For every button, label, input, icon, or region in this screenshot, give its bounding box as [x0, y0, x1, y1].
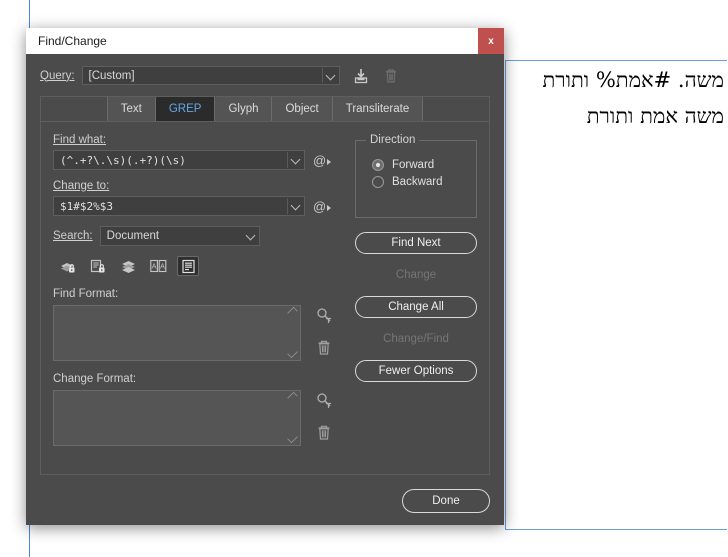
at-symbol-icon[interactable]: @: [313, 199, 332, 214]
radio-forward-label: Forward: [392, 159, 435, 171]
direction-legend: Direction: [370, 134, 416, 146]
query-select[interactable]: [Custom]: [81, 66, 340, 85]
tab-grep[interactable]: GREP: [155, 97, 216, 121]
clear-attributes-icon[interactable]: [316, 339, 332, 359]
find-format-box[interactable]: [53, 305, 302, 361]
hebrew-text-frame[interactable]: משה. #אמת% ותורת משה אמת ותורת: [505, 60, 727, 530]
radio-backward-indicator[interactable]: [372, 176, 384, 188]
tab-transliterate[interactable]: Transliterate: [332, 97, 424, 121]
change-format-actions: [307, 390, 341, 446]
search-scope-select[interactable]: Document: [99, 226, 260, 246]
find-next-button[interactable]: Find Next: [355, 232, 477, 254]
scroll-down-icon[interactable]: [287, 432, 299, 444]
find-format-label: Find Format:: [53, 288, 119, 300]
find-what-value: (^.+?\.\s)(.+?)(\s): [60, 153, 186, 167]
change-all-button[interactable]: Change All: [355, 296, 477, 318]
specify-attributes-icon[interactable]: [316, 307, 333, 327]
change-format-label: Change Format:: [53, 373, 137, 385]
include-locked-layers-icon[interactable]: [57, 256, 79, 276]
search-row: Search: Document: [53, 226, 341, 246]
specify-attributes-icon[interactable]: [316, 392, 333, 412]
fewer-options-button[interactable]: Fewer Options: [355, 360, 477, 382]
change-to-row: $1#$2%$3 @: [53, 196, 341, 216]
find-change-dialog: Find/Change x Query: [Custom] Text GREP …: [26, 28, 504, 525]
hebrew-text-line-1: משה. #אמת% ותורת: [542, 68, 724, 92]
direction-group: Direction Forward Backward: [355, 134, 477, 218]
radio-backward-label: Backward: [392, 176, 443, 188]
find-what-row: (^.+?\.\s)(.+?)(\s) @: [53, 150, 341, 170]
change-to-value: $1#$2%$3: [60, 199, 113, 213]
include-footnotes-icon[interactable]: [177, 256, 199, 276]
tab-text[interactable]: Text: [106, 97, 156, 121]
save-query-icon[interactable]: [352, 67, 370, 85]
change-find-button: Change/Find: [383, 333, 449, 345]
include-hidden-layers-icon[interactable]: [117, 256, 139, 276]
chevron-down-icon: [325, 70, 335, 80]
delete-query-icon[interactable]: [382, 67, 400, 85]
search-scope-toggles: A A: [57, 256, 341, 276]
tab-glyph[interactable]: Glyph: [215, 97, 273, 121]
change-to-label: Change to:: [53, 180, 110, 192]
panel-left-column: Find what: (^.+?\.\s)(.+?)(\s) @ Change …: [53, 134, 341, 458]
tab-object[interactable]: Object: [272, 97, 333, 121]
grep-panel: Find what: (^.+?\.\s)(.+?)(\s) @ Change …: [40, 122, 490, 475]
radio-backward[interactable]: Backward: [372, 176, 466, 188]
query-label: Query:: [40, 69, 75, 82]
close-icon[interactable]: x: [478, 28, 504, 54]
search-label: Search:: [53, 230, 93, 242]
query-row: Query: [Custom]: [40, 66, 490, 85]
find-format-row: [53, 305, 341, 361]
change-to-input[interactable]: $1#$2%$3: [53, 196, 305, 216]
tab-bar: Text GREP Glyph Object Transliterate: [40, 96, 490, 122]
svg-text:A: A: [160, 263, 165, 270]
dialog-titlebar[interactable]: Find/Change x: [26, 28, 504, 54]
change-format-row: [53, 390, 341, 446]
hebrew-text-line-2: משה אמת ותורת: [586, 104, 724, 128]
panel-right-column: Direction Forward Backward Find Next Cha…: [355, 134, 477, 458]
search-scope-value: Document: [106, 230, 160, 242]
find-format-actions: [307, 305, 341, 361]
change-button: Change: [395, 269, 437, 281]
include-locked-stories-icon[interactable]: [87, 256, 109, 276]
chevron-down-icon: [290, 154, 301, 165]
chevron-down-icon: [290, 200, 301, 211]
done-button[interactable]: Done: [402, 489, 490, 513]
radio-forward[interactable]: Forward: [372, 159, 466, 171]
change-format-box[interactable]: [53, 390, 302, 446]
chevron-down-icon: [245, 230, 256, 241]
svg-text:A: A: [151, 263, 156, 270]
dialog-title: Find/Change: [38, 34, 107, 48]
scroll-down-icon[interactable]: [287, 347, 299, 359]
clear-attributes-icon[interactable]: [316, 424, 332, 444]
query-value: [Custom]: [88, 69, 135, 82]
at-symbol-icon[interactable]: @: [313, 153, 332, 168]
scroll-up-icon[interactable]: [287, 391, 299, 403]
scroll-up-icon[interactable]: [287, 306, 299, 318]
find-what-label: Find what:: [53, 134, 107, 146]
dialog-footer: Done: [402, 479, 490, 513]
radio-forward-indicator[interactable]: [372, 159, 384, 171]
include-master-pages-icon[interactable]: A A: [147, 256, 169, 276]
find-what-input[interactable]: (^.+?\.\s)(.+?)(\s): [53, 150, 305, 170]
